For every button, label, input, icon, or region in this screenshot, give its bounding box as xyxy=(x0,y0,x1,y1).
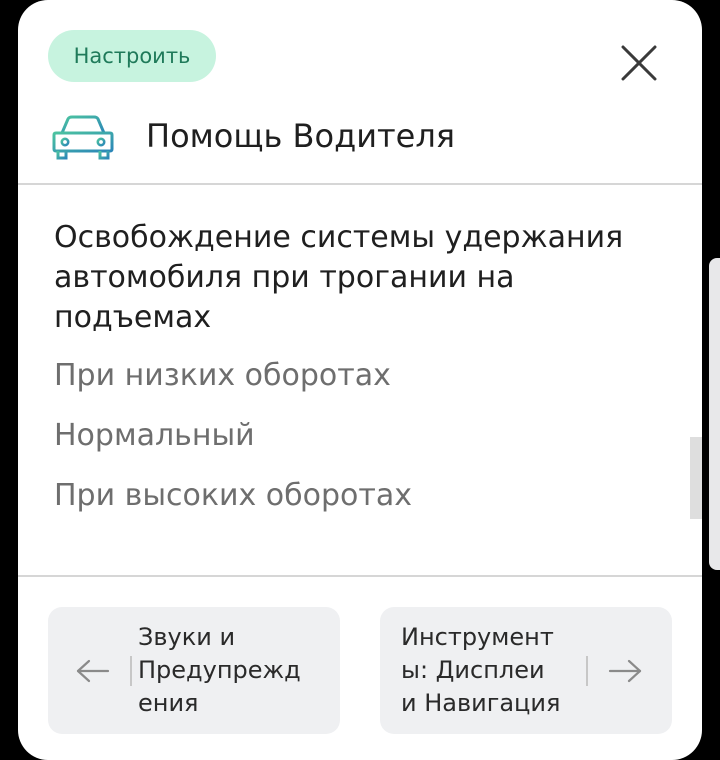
nav-separator xyxy=(586,656,588,686)
car-icon xyxy=(52,111,114,161)
driver-assist-sheet: Настроить Помощь Водителя Освобождение с… xyxy=(18,0,702,760)
next-page-button[interactable]: Инструмент ы: Дисплеи и Навигация xyxy=(380,607,672,734)
background-panel-edge xyxy=(709,258,720,570)
next-page-label: Инструмент ы: Дисплеи и Навигация xyxy=(401,623,561,717)
footer-divider xyxy=(18,575,702,577)
option-normal[interactable]: Нормальный xyxy=(54,418,255,453)
arrow-right-icon xyxy=(608,659,642,683)
option-low-rpm[interactable]: При низких оборотах xyxy=(54,358,391,393)
nav-separator xyxy=(130,656,132,686)
scrollbar-thumb[interactable] xyxy=(690,437,702,519)
setting-title: Освобождение системы удержания автомобил… xyxy=(54,220,624,335)
prev-page-button[interactable]: Звуки и Предупрежд ения xyxy=(48,607,340,734)
option-high-rpm[interactable]: При высоких оборотах xyxy=(54,478,412,513)
header-divider xyxy=(18,183,702,185)
close-icon[interactable] xyxy=(616,40,662,86)
section-title: Помощь Водителя xyxy=(146,117,456,155)
configure-button[interactable]: Настроить xyxy=(48,30,216,82)
prev-page-label: Звуки и Предупрежд ения xyxy=(138,623,301,717)
section-header: Помощь Водителя xyxy=(52,108,455,164)
arrow-left-icon xyxy=(76,659,110,683)
